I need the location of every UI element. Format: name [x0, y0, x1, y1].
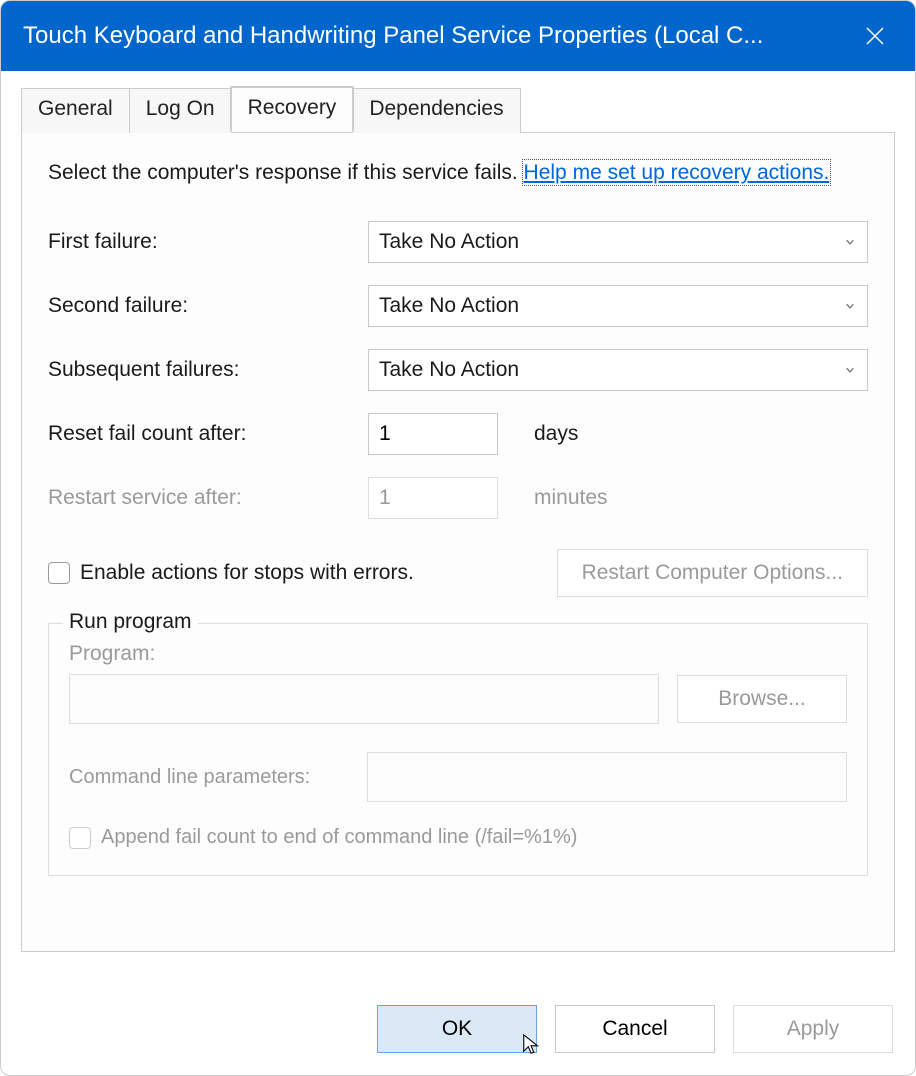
reset-fail-count-input[interactable]: [368, 413, 498, 455]
help-link[interactable]: Help me set up recovery actions.: [524, 161, 830, 184]
append-fail-count-checkbox: [69, 827, 91, 849]
second-failure-label: Second failure:: [48, 294, 368, 318]
first-failure-value: Take No Action: [379, 230, 519, 254]
run-program-group: Run program Program: Browse... Command l…: [48, 623, 868, 876]
program-label: Program:: [69, 642, 847, 666]
dialog-buttons: OK Cancel Apply: [377, 1005, 893, 1053]
restart-service-label: Restart service after:: [48, 486, 368, 510]
chevron-down-icon: [843, 235, 857, 249]
first-failure-combo[interactable]: Take No Action: [368, 221, 868, 263]
ok-button[interactable]: OK: [377, 1005, 537, 1053]
recovery-intro: Select the computer's response if this s…: [48, 159, 868, 187]
intro-text: Select the computer's response if this s…: [48, 161, 524, 184]
program-input: [69, 674, 659, 724]
tab-log-on[interactable]: Log On: [129, 88, 232, 133]
titlebar: Touch Keyboard and Handwriting Panel Ser…: [1, 1, 915, 71]
append-fail-count-label: Append fail count to end of command line…: [101, 826, 577, 849]
restart-computer-options-button: Restart Computer Options...: [557, 549, 868, 597]
enable-actions-checkbox[interactable]: [48, 562, 70, 584]
window-title: Touch Keyboard and Handwriting Panel Ser…: [23, 22, 835, 50]
subsequent-failures-label: Subsequent failures:: [48, 358, 368, 382]
second-failure-value: Take No Action: [379, 294, 519, 318]
apply-button: Apply: [733, 1005, 893, 1053]
params-label: Command line parameters:: [69, 766, 349, 789]
enable-actions-label: Enable actions for stops with errors.: [80, 561, 414, 585]
reset-fail-count-label: Reset fail count after:: [48, 422, 368, 446]
tab-general[interactable]: General: [21, 88, 130, 133]
cancel-button[interactable]: Cancel: [555, 1005, 715, 1053]
recovery-panel: Select the computer's response if this s…: [21, 132, 895, 952]
subsequent-failures-combo[interactable]: Take No Action: [368, 349, 868, 391]
first-failure-label: First failure:: [48, 230, 368, 254]
chevron-down-icon: [843, 299, 857, 313]
tab-strip: General Log On Recovery Dependencies: [21, 87, 915, 132]
restart-unit: minutes: [534, 486, 868, 510]
tab-dependencies[interactable]: Dependencies: [352, 88, 520, 133]
close-icon: [863, 24, 887, 48]
chevron-down-icon: [843, 363, 857, 377]
service-properties-dialog: Touch Keyboard and Handwriting Panel Ser…: [0, 0, 916, 1076]
second-failure-combo[interactable]: Take No Action: [368, 285, 868, 327]
tab-recovery[interactable]: Recovery: [231, 87, 354, 132]
enable-actions-checkbox-row[interactable]: Enable actions for stops with errors.: [48, 561, 414, 585]
browse-button: Browse...: [677, 675, 847, 723]
subsequent-failures-value: Take No Action: [379, 358, 519, 382]
close-button[interactable]: [835, 1, 915, 71]
reset-unit: days: [534, 422, 868, 446]
restart-service-input: [368, 477, 498, 519]
params-input: [367, 752, 847, 802]
run-program-legend: Run program: [63, 610, 198, 634]
